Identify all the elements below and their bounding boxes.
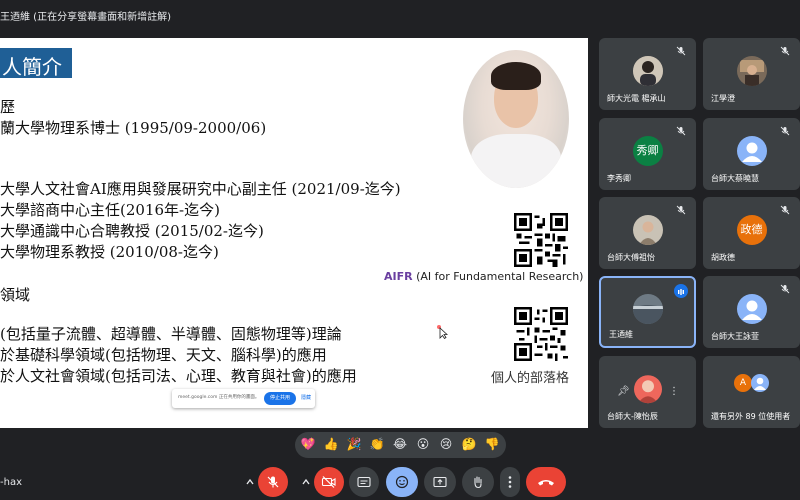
slide-line-phd: 蘭大學物理系博士 (1995/09-2000/06) — [0, 119, 267, 137]
blog-caption: 個人的部落格 — [491, 371, 570, 386]
chevron-up-icon[interactable] — [302, 478, 310, 486]
speaking-indicator-icon — [674, 284, 688, 298]
mic-off-icon — [780, 284, 790, 294]
camera-toggle-button[interactable] — [314, 467, 344, 497]
participant-tile[interactable]: 秀卿 李秀卿 — [599, 118, 696, 190]
sad-reaction-icon[interactable]: 😢 — [437, 437, 455, 451]
participant-avatar — [632, 294, 663, 324]
others-count-label: 還有另外 89 位使用者 — [711, 412, 791, 421]
slide-line-exp-3: 大學通識中心合聘教授 (2015/02-迄今) — [0, 222, 264, 240]
participant-name: 台師大傅祖怡 — [607, 253, 655, 262]
slide-line-research-1: (包括量子流體、超導體、半導體、固態物理等)理論 — [0, 325, 342, 343]
mic-off-icon — [780, 205, 790, 215]
participant-avatar: A — [734, 374, 752, 392]
participant-name: 王迺維 — [609, 330, 633, 339]
participant-tile[interactable]: 📌︎ ⋮ 台師大-陳怡辰 — [599, 356, 696, 428]
person-icon — [736, 294, 767, 324]
heart-reaction-icon[interactable]: 💖 — [299, 437, 317, 451]
participant-tile-active-speaker[interactable]: 王迺維 — [599, 276, 696, 348]
participant-avatar: 政德 — [736, 215, 767, 245]
participant-tile[interactable]: 江學澄 — [703, 38, 800, 110]
end-call-icon — [538, 480, 554, 486]
participant-tile[interactable]: 台師大王詠萱 — [703, 276, 800, 348]
top-bar: 王迺維 (正在分享螢幕畫面和新增註解) — [0, 0, 800, 30]
emoji-icon — [395, 475, 409, 489]
slide-line-exp-4: 大學物理系教授 (2010/08-迄今) — [0, 243, 219, 261]
others-tile[interactable]: A 還有另外 89 位使用者 — [703, 356, 800, 428]
participant-tile[interactable]: 政德 胡政德 — [703, 197, 800, 269]
party-reaction-icon[interactable]: 🎉 — [345, 437, 363, 451]
participant-name: 台師大-陳怡辰 — [607, 412, 658, 421]
participant-tile[interactable]: 台師大蔡曉慧 — [703, 118, 800, 190]
thumbs-up-reaction-icon[interactable]: 👍 — [322, 437, 340, 451]
person-icon — [751, 374, 769, 392]
slide-line-exp-1: 大學人文社會AI應用與發展研究中心副主任 (2021/09-迄今) — [0, 180, 401, 198]
stop-sharing-button[interactable]: 停止共用 — [264, 392, 296, 405]
mic-off-icon — [676, 205, 686, 215]
slide-line-research-3: 於人文社會領域(包括司法、心理、教育與社會)的應用 — [0, 367, 357, 385]
participant-name: 台師大蔡曉慧 — [711, 174, 759, 183]
shared-screen-slide[interactable]: 人簡介 歷 蘭大學物理系博士 (1995/09-2000/06) 大學人文社會A… — [0, 38, 588, 428]
reactions-button[interactable] — [386, 467, 418, 497]
captions-icon — [357, 476, 371, 488]
presenter-status: 王迺維 (正在分享螢幕畫面和新增註解) — [0, 12, 171, 23]
hide-notification-button[interactable]: 隱藏 — [301, 394, 311, 401]
more-options-button[interactable] — [500, 467, 520, 497]
annotation-pointer-icon — [437, 325, 449, 339]
aifr-bold: AIFR — [384, 270, 413, 283]
mic-off-icon — [676, 46, 686, 56]
participant-avatar — [633, 375, 662, 404]
raise-hand-button[interactable] — [462, 467, 494, 497]
participant-avatar — [632, 215, 663, 245]
slide-section-research: 領域 — [0, 286, 31, 304]
mic-off-icon — [267, 476, 279, 488]
participant-name: 江學澄 — [711, 94, 735, 103]
present-button[interactable] — [424, 467, 456, 497]
slide-line-exp-2: 大學諮商中心主任(2016年-迄今) — [0, 201, 220, 219]
sharing-notification-bar: meet.google.com 正在共用你的畫面。 停止共用 隱藏 — [172, 389, 315, 408]
clap-reaction-icon[interactable]: 👏 — [368, 437, 386, 451]
sharing-notification-text: meet.google.com 正在共用你的畫面。 — [178, 395, 260, 400]
reactions-bar: 💖 👍 🎉 👏 😂 😮 😢 🤔 👎 — [295, 432, 506, 458]
participant-tile[interactable]: 台師大傅祖怡 — [599, 197, 696, 269]
participant-tile[interactable]: 師大光電 楊承山 — [599, 38, 696, 110]
more-vert-icon[interactable]: ⋮ — [669, 386, 679, 397]
aifr-qr-code — [514, 213, 568, 267]
pin-icon[interactable]: 📌︎ — [617, 386, 630, 397]
participant-name: 李秀卿 — [607, 174, 631, 183]
aifr-rest: (AI for Fundamental Research) — [412, 270, 584, 283]
slide-line-research-2: 於基礎科學領域(包括物理、天文、腦科學)的應用 — [0, 346, 327, 364]
meeting-code: -hax — [0, 477, 22, 488]
raise-hand-icon — [474, 476, 482, 489]
present-icon — [433, 476, 447, 488]
aifr-caption: AIFR (AI for Fundamental Research) — [384, 270, 583, 283]
chevron-up-icon[interactable] — [246, 478, 254, 486]
participant-name: 台師大王詠萱 — [711, 332, 759, 341]
mic-off-icon — [780, 126, 790, 136]
mic-off-icon — [676, 126, 686, 136]
speaker-portrait — [463, 50, 569, 188]
camera-off-icon — [321, 476, 336, 488]
laugh-reaction-icon[interactable]: 😂 — [391, 437, 409, 451]
thumbs-down-reaction-icon[interactable]: 👎 — [483, 437, 501, 451]
participant-avatar: 秀卿 — [632, 136, 663, 166]
thinking-reaction-icon[interactable]: 🤔 — [460, 437, 478, 451]
more-options-icon — [508, 476, 512, 488]
mic-toggle-button[interactable] — [258, 467, 288, 497]
surprised-reaction-icon[interactable]: 😮 — [414, 437, 432, 451]
blog-qr-code — [514, 307, 568, 361]
slide-heading: 人簡介 — [2, 55, 62, 79]
person-icon — [736, 136, 767, 166]
participant-avatar — [736, 56, 767, 86]
participant-avatar — [632, 56, 663, 86]
slide-heading-box: 人簡介 — [0, 48, 72, 79]
participant-name: 師大光電 楊承山 — [607, 94, 666, 103]
mic-off-icon — [780, 46, 790, 56]
captions-button[interactable] — [349, 467, 379, 497]
end-call-button[interactable] — [526, 467, 566, 497]
slide-section-education: 歷 — [0, 98, 16, 116]
participant-name: 胡政德 — [711, 253, 735, 262]
